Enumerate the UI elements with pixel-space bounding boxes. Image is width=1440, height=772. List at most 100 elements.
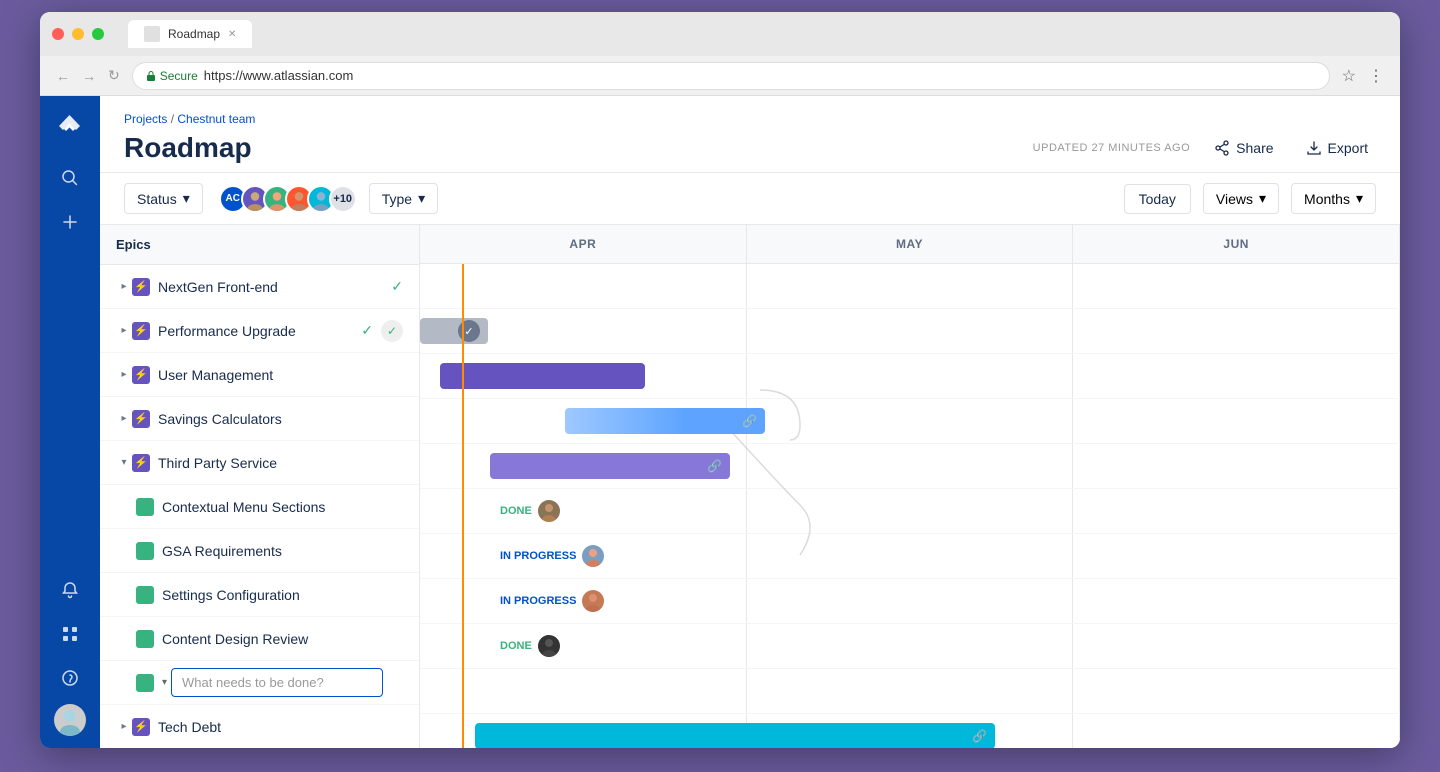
chevron-icon[interactable] <box>116 279 132 295</box>
epics-panel: Epics ⚡ NextGen Front-end ✓ ⚡ Performanc… <box>100 225 420 748</box>
epic-icon-child <box>136 630 154 648</box>
avatar-group: AC +10 <box>219 185 357 213</box>
back-button[interactable]: ← <box>56 68 70 84</box>
chevron-icon[interactable] <box>116 719 132 735</box>
forward-button[interactable]: → <box>82 68 96 84</box>
sidebar-logo[interactable] <box>52 108 88 144</box>
tab-close-icon[interactable]: ✕ <box>228 29 236 40</box>
input-row[interactable]: ▾ What needs to be done? <box>100 661 419 705</box>
user-avatar[interactable] <box>54 704 86 736</box>
epic-row-content-design[interactable]: Content Design Review <box>100 617 419 661</box>
chevron-icon[interactable] <box>116 455 132 471</box>
sidebar-item-apps[interactable] <box>52 616 88 652</box>
type-filter-button[interactable]: Type ▾ <box>369 183 438 214</box>
gantt-row-2: ✓ <box>420 309 1400 354</box>
bar-performance[interactable]: ✓ <box>420 318 488 344</box>
assignee-avatar <box>538 500 560 522</box>
address-bar[interactable]: Secure https://www.atlassian.com <box>132 62 1330 90</box>
sidebar-item-notifications[interactable] <box>52 572 88 608</box>
views-button[interactable]: Views ▾ <box>1203 183 1279 214</box>
gantt-row-input <box>420 669 1400 714</box>
status-content-design: DONE <box>500 635 560 657</box>
epic-row-settings[interactable]: Settings Configuration <box>100 573 419 617</box>
epic-row-savings-calculators[interactable]: ⚡ Savings Calculators <box>100 397 419 441</box>
status-gsa: IN PROGRESS <box>500 545 604 567</box>
epic-row-user-management[interactable]: ⚡ User Management <box>100 353 419 397</box>
today-button[interactable]: Today <box>1124 184 1191 214</box>
months-button[interactable]: Months ▾ <box>1291 183 1376 214</box>
epic-name: Performance Upgrade <box>158 323 353 339</box>
chevron-down-icon-type: ▾ <box>418 190 425 207</box>
inprogress-label-2: IN PROGRESS <box>500 595 576 607</box>
epic-icon: ⚡ <box>132 322 150 340</box>
epic-name: Savings Calculators <box>158 411 403 427</box>
status-contextual: DONE <box>500 500 560 522</box>
menu-icon[interactable]: ⋮ <box>1368 66 1384 86</box>
gantt-row-8: IN PROGRESS <box>420 579 1400 624</box>
roadmap-body: Epics ⚡ NextGen Front-end ✓ ⚡ Performanc… <box>100 225 1400 748</box>
epic-row-nextgen-frontend[interactable]: ⚡ NextGen Front-end ✓ <box>100 265 419 309</box>
assignee-avatar-4 <box>538 635 560 657</box>
breadcrumb-team[interactable]: Chestnut team <box>177 112 255 126</box>
epic-icon-child <box>136 586 154 604</box>
bar-user-mgmt[interactable] <box>440 363 645 389</box>
chevron-icon[interactable] <box>116 323 132 339</box>
todo-input-field[interactable]: What needs to be done? <box>171 668 383 697</box>
epic-icon: ⚡ <box>132 278 150 296</box>
browser-extra-icons: ☆ ⋮ <box>1342 66 1384 86</box>
assignee-avatar-2 <box>582 545 604 567</box>
status-filter-button[interactable]: Status ▾ <box>124 183 203 214</box>
epic-row-third-party[interactable]: ⚡ Third Party Service <box>100 441 419 485</box>
gantt-row-tech-debt: 🔗 <box>420 714 1400 748</box>
chevron-down-icon-months: ▾ <box>1356 190 1363 207</box>
check-icon: ✓ <box>391 278 403 295</box>
done-badge: ✓ <box>381 320 403 342</box>
gantt-row-4: 🔗 <box>420 399 1400 444</box>
avatar-more[interactable]: +10 <box>329 185 357 213</box>
chevron-icon-input: ▾ <box>162 677 167 688</box>
done-label: DONE <box>500 505 532 517</box>
epic-icon: ⚡ <box>132 718 150 736</box>
epic-icon-child <box>136 542 154 560</box>
address-url: https://www.atlassian.com <box>204 68 354 83</box>
epic-name: Tech Debt <box>158 719 403 735</box>
gantt-header: APR MAY JUN <box>420 225 1400 264</box>
traffic-light-green[interactable] <box>92 28 104 40</box>
epic-row-contextual-menu[interactable]: Contextual Menu Sections <box>100 485 419 529</box>
sidebar-item-create[interactable] <box>52 204 88 240</box>
epic-row-tech-debt[interactable]: ⚡ Tech Debt <box>100 705 419 748</box>
export-button[interactable]: Export <box>1298 136 1376 160</box>
epic-row-gsa[interactable]: GSA Requirements <box>100 529 419 573</box>
main-content: Projects / Chestnut team Roadmap UPDATED… <box>100 96 1400 748</box>
today-line <box>462 264 464 748</box>
share-button[interactable]: Share <box>1206 136 1281 160</box>
bookmark-icon[interactable]: ☆ <box>1342 66 1356 86</box>
browser-tab[interactable]: Roadmap ✕ <box>128 20 252 48</box>
epic-row-performance-upgrade[interactable]: ⚡ Performance Upgrade ✓ ✓ <box>100 309 419 353</box>
breadcrumb-projects[interactable]: Projects <box>124 112 167 126</box>
epic-icon: ⚡ <box>132 454 150 472</box>
link-icon: 🔗 <box>742 414 757 428</box>
epic-icon: ⚡ <box>132 366 150 384</box>
chevron-icon[interactable] <box>116 367 132 383</box>
traffic-light-red[interactable] <box>52 28 64 40</box>
gantt-cell-may <box>747 264 1074 308</box>
gantt-row-3 <box>420 354 1400 399</box>
epic-name-child: Settings Configuration <box>162 587 403 603</box>
chevron-down-icon: ▾ <box>183 190 190 207</box>
assignee-avatar-3 <box>582 590 604 612</box>
sidebar-item-help[interactable] <box>52 660 88 696</box>
breadcrumb: Projects / Chestnut team <box>124 112 1376 126</box>
chevron-icon[interactable] <box>116 411 132 427</box>
sidebar-item-search[interactable] <box>52 160 88 196</box>
bar-savings[interactable]: 🔗 <box>565 408 765 434</box>
link-icon-2: 🔗 <box>707 459 722 473</box>
reload-button[interactable]: ↻ <box>108 67 120 84</box>
month-may: MAY <box>747 225 1074 263</box>
page-header: Projects / Chestnut team Roadmap UPDATED… <box>100 96 1400 173</box>
secure-badge: Secure <box>145 69 198 83</box>
bar-tech-debt[interactable]: 🔗 <box>475 723 995 748</box>
traffic-light-yellow[interactable] <box>72 28 84 40</box>
bar-third-party[interactable]: 🔗 <box>490 453 730 479</box>
gantt-rows-container: ✓ <box>420 264 1400 748</box>
